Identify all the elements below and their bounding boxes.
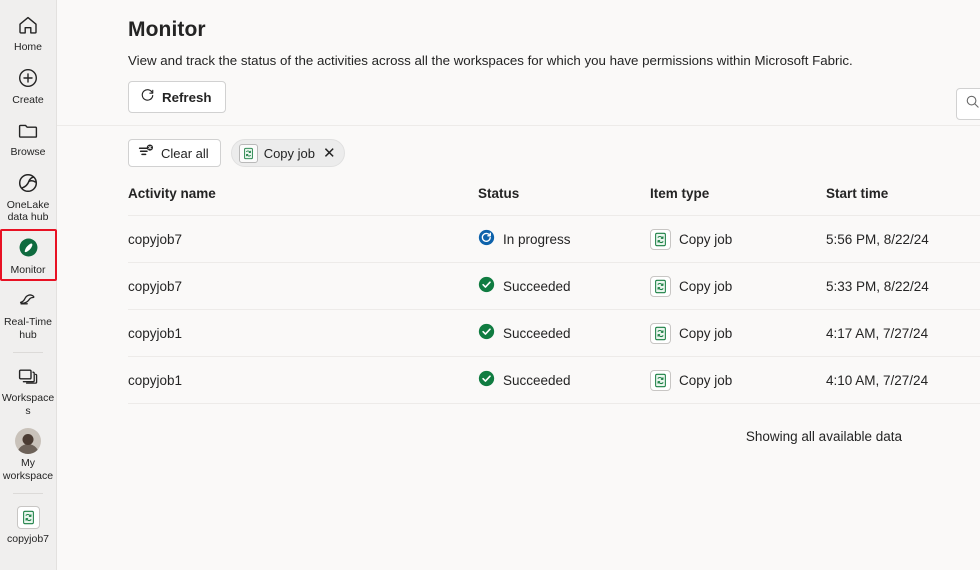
app-root: Home Create Browse OneLake data hub Monitor R… [0,0,980,570]
sidebar-divider [13,493,43,494]
status-inprogress-icon [478,229,495,249]
clear-all-label: Clear all [161,145,209,161]
search-button[interactable] [956,88,980,120]
toolbar: Refresh [128,81,980,113]
sidebar-item-onelake-data-hub[interactable]: OneLake data hub [1,164,56,229]
cell-activity-name[interactable]: copyjob1 [128,326,478,341]
workspaces-icon [15,363,41,389]
toolbar-divider [57,125,980,126]
clear-all-button[interactable]: Clear all [128,139,221,167]
folder-icon [15,117,41,143]
copy-job-icon [15,504,41,530]
filter-chip-copy-job[interactable]: Copy job ✕ [230,139,345,167]
status-label: Succeeded [503,278,571,294]
item-type-label: Copy job [679,231,733,247]
sidebar-item-my-workspace[interactable]: My workspace [1,422,56,487]
sidebar-item-real-time-hub[interactable]: Real-Time hub [1,281,56,346]
left-navigation-rail: Home Create Browse OneLake data hub Monitor R… [0,0,57,570]
sidebar-item-label: My workspace [2,457,54,482]
table-body: copyjob7 In progress Copy job 5:56 PM, 8/22… [128,216,980,404]
activities-table: Activity name Status Item type Start tim… [128,186,980,404]
status-succeeded-icon [478,370,495,390]
table-header-row: Activity name Status Item type Start tim… [128,186,980,216]
refresh-button-label: Refresh [162,89,212,105]
close-icon[interactable]: ✕ [323,146,336,161]
copy-job-icon [238,143,258,163]
copy-job-icon [650,369,671,391]
cell-status: Succeeded [478,323,650,343]
cell-activity-name[interactable]: copyjob7 [128,232,478,247]
cell-status: Succeeded [478,370,650,390]
status-succeeded-icon [478,323,495,343]
cell-start-time: 4:10 AM, 7/27/24 [826,372,929,388]
sidebar-item-label: Create [12,93,44,106]
showing-data-note: Showing all available data [745,429,902,444]
copy-job-icon [650,275,671,297]
cell-start-time: 5:33 PM, 8/22/24 [826,278,929,294]
sidebar-item-create[interactable]: Create [1,59,56,112]
clear-filter-icon [138,144,154,163]
cell-item-type: Copy job [650,275,826,297]
item-type-label: Copy job [679,325,733,341]
home-icon [15,12,41,38]
status-label: Succeeded [503,372,571,388]
filter-chip-label: Copy job [263,145,315,161]
column-header-status[interactable]: Status [478,186,650,201]
cell-item-type: Copy job [650,228,826,250]
page-title: Monitor [128,18,206,41]
cell-status: Succeeded [478,276,650,296]
search-icon [965,94,980,114]
sidebar-item-monitor[interactable]: Monitor [0,228,57,281]
plus-circle-icon [15,65,41,91]
sidebar-item-home[interactable]: Home [1,6,56,59]
sidebar-item-copyjob7[interactable]: copyjob7 [1,498,56,551]
table-row[interactable]: copyjob1 Succeeded Copy job 4:17 AM, 7/27/2… [128,310,980,357]
copy-job-icon [650,322,671,344]
copy-job-icon [650,228,671,250]
table-row[interactable]: copyjob1 Succeeded Copy job 4:10 AM, 7/27/2… [128,357,980,404]
refresh-icon [140,88,155,106]
item-type-label: Copy job [679,278,733,294]
cell-activity-name[interactable]: copyjob7 [128,279,478,294]
item-type-label: Copy job [679,372,733,388]
table-row[interactable]: copyjob7 Succeeded Copy job 5:33 PM, 8/22/2… [128,263,980,310]
sidebar-item-label: Workspaces [1,392,55,417]
column-header-item-type[interactable]: Item type [650,186,826,201]
status-label: In progress [503,231,571,247]
filter-bar: Clear all Copy job ✕ [128,139,980,167]
sidebar-item-label: OneLake data hub [6,198,50,224]
sidebar-item-label: Browse [10,146,46,158]
realtime-hub-icon [15,287,41,313]
table-row[interactable]: copyjob7 In progress Copy job 5:56 PM, 8/22… [128,216,980,263]
main-content: Monitor View and track the status of the… [57,0,980,570]
column-header-start-time[interactable]: Start time [826,186,980,201]
sidebar-divider [13,352,43,353]
monitor-icon [15,235,41,261]
sidebar-item-browse[interactable]: Browse [1,111,56,164]
onelake-icon [15,170,41,196]
cell-item-type: Copy job [650,322,826,344]
avatar [15,428,41,454]
sidebar-item-workspaces[interactable]: Workspaces [1,357,56,422]
sidebar-item-label: Real-Time hub [3,316,53,341]
cell-item-type: Copy job [650,369,826,391]
sidebar-item-label: Monitor [10,263,46,276]
status-label: Succeeded [503,325,571,341]
cell-start-time: 4:17 AM, 7/27/24 [826,325,929,341]
refresh-button[interactable]: Refresh [128,81,226,113]
status-succeeded-icon [478,276,495,296]
cell-start-time: 5:56 PM, 8/22/24 [826,231,929,247]
sidebar-item-label: Home [13,41,42,53]
column-header-activity-name[interactable]: Activity name [128,186,478,201]
cell-activity-name[interactable]: copyjob1 [128,373,478,388]
page-subtitle: View and track the status of the activit… [128,53,853,68]
sidebar-item-label: copyjob7 [6,533,50,545]
cell-status: In progress [478,229,650,249]
